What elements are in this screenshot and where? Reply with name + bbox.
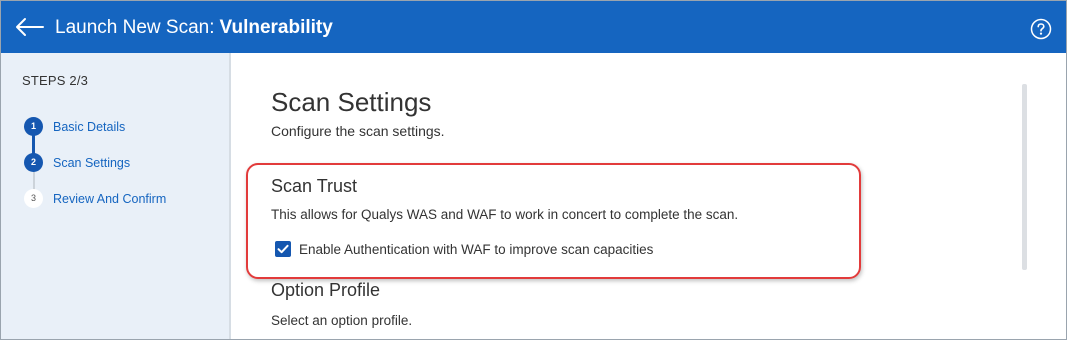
step-scan-settings[interactable]: Scan Settings xyxy=(53,156,130,170)
page-title: Launch New Scan: Vulnerability xyxy=(55,17,333,39)
waf-auth-checkbox-label[interactable]: Enable Authentication with WAF to improv… xyxy=(299,242,653,257)
waf-auth-checkbox[interactable] xyxy=(275,241,291,257)
scan-trust-description: This allows for Qualys WAS and WAF to wo… xyxy=(271,207,739,222)
page-title-prefix: Launch New Scan: xyxy=(55,17,215,38)
vertical-scrollbar[interactable] xyxy=(1022,84,1027,270)
step-review-and-confirm[interactable]: Review And Confirm xyxy=(53,192,166,206)
steps-heading: STEPS 2/3 xyxy=(22,73,89,88)
app-window: Launch New Scan: Vulnerability STEPS 2/3 … xyxy=(0,0,1067,340)
arrow-left-icon[interactable] xyxy=(13,14,45,40)
option-profile-title: Option Profile xyxy=(271,280,381,300)
checkmark-icon xyxy=(277,244,289,254)
question-circle-icon[interactable] xyxy=(1030,18,1052,40)
step-number-2: 2 xyxy=(24,153,43,172)
section-subtitle: Configure the scan settings. xyxy=(271,123,445,139)
steps-sidebar: STEPS 2/3 1 Basic Details 2 Scan Setting… xyxy=(1,53,229,339)
scan-type-label: Vulnerability xyxy=(219,17,333,38)
scan-trust-title: Scan Trust xyxy=(271,176,358,196)
step-number-1: 1 xyxy=(24,117,43,136)
step-number-3: 3 xyxy=(24,189,43,208)
step-basic-details[interactable]: Basic Details xyxy=(53,120,125,134)
main-content: Scan Settings Configure the scan setting… xyxy=(231,53,1066,339)
section-title: Scan Settings xyxy=(271,87,432,117)
option-profile-description: Select an option profile. xyxy=(271,313,413,328)
page-header: Launch New Scan: Vulnerability xyxy=(1,1,1066,53)
